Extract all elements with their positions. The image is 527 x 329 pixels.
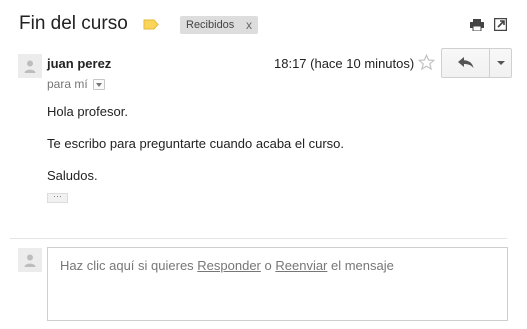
sender-name[interactable]: juan perez [47, 56, 111, 71]
thread-header: Fin del curso Recibidos x [0, 0, 527, 46]
label-tag-icon [143, 19, 159, 30]
label-chip-recibidos[interactable]: Recibidos x [180, 16, 258, 34]
reply-link[interactable]: Responder [197, 258, 261, 273]
thread-subject: Fin del curso [19, 13, 128, 34]
remove-label-button[interactable]: x [246, 18, 252, 32]
reply-prompt-prefix: Haz clic aquí si quieres [60, 258, 198, 273]
message-body-line: Hola profesor. [47, 104, 128, 119]
quick-reply-prompt: Haz clic aquí si quieres Responder o Ree… [60, 258, 394, 273]
label-chip-text: Recibidos [186, 19, 235, 31]
reply-prompt-suffix: el mensaje [327, 258, 394, 273]
star-icon[interactable] [418, 54, 435, 71]
reply-button[interactable] [442, 49, 490, 77]
reply-button-group [441, 48, 512, 78]
recipient-details-dropdown[interactable] [93, 79, 105, 90]
reply-prompt-middle: o [260, 258, 276, 273]
sender-avatar [18, 54, 42, 78]
print-icon[interactable] [470, 19, 484, 31]
message-body-line: Saludos. [47, 168, 98, 183]
show-trimmed-content-button[interactable]: ··· [47, 192, 68, 203]
quick-reply-box[interactable]: Haz clic aquí si quieres Responder o Ree… [47, 247, 508, 321]
message-body-line: Te escribo para preguntarte cuando acaba… [47, 136, 345, 151]
person-icon [24, 254, 36, 267]
divider [10, 238, 507, 239]
forward-link[interactable]: Reenviar [275, 258, 327, 273]
recipient-line: para mí [47, 77, 88, 91]
current-user-avatar [18, 248, 42, 272]
new-window-icon[interactable] [494, 18, 507, 31]
person-icon [24, 60, 36, 73]
message-time: 18:17 (hace 10 minutos) [274, 56, 415, 71]
more-actions-button[interactable] [490, 49, 511, 77]
reply-arrow-icon [458, 57, 474, 68]
